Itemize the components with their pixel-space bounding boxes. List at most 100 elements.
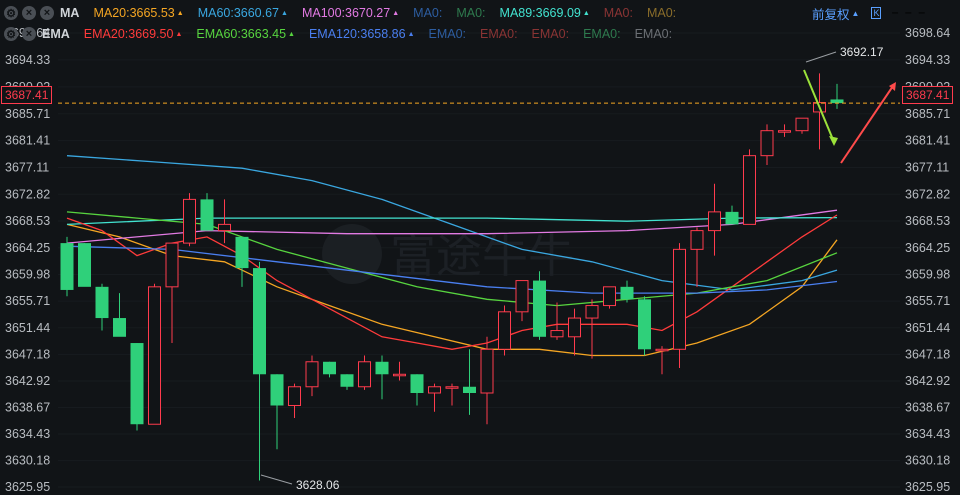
ema-legend-item[interactable]: EMA0: bbox=[429, 27, 467, 41]
candle-body bbox=[253, 268, 266, 375]
y-tick-label: 3651.44 bbox=[905, 321, 950, 335]
candle bbox=[323, 361, 336, 378]
ema-legend-item[interactable]: EMA120:3658.86 ▲ bbox=[309, 27, 415, 41]
current-price-tag-left: 3687.41 bbox=[1, 86, 53, 104]
candle bbox=[270, 374, 284, 450]
candle-body bbox=[200, 199, 214, 231]
ema-legend-item-text: EMA0: bbox=[428, 27, 467, 41]
kline-icon[interactable]: K bbox=[871, 7, 882, 19]
candle bbox=[113, 293, 126, 337]
y-tick-label: 3630.18 bbox=[5, 454, 50, 468]
triangle-up-icon: ▲ bbox=[288, 31, 295, 39]
ma-legend-item[interactable]: MA89:3669.09 ▲ bbox=[500, 6, 590, 20]
ma-legend-item[interactable]: MA0: bbox=[604, 6, 633, 20]
ema-legend-item[interactable]: EMA0: bbox=[583, 27, 621, 41]
candle bbox=[410, 374, 424, 406]
ma-legend-item[interactable]: MA100:3670.27 ▲ bbox=[302, 6, 399, 20]
candle bbox=[340, 374, 354, 390]
watermark-text: 富途牛牛 bbox=[390, 230, 574, 282]
y-tick-label: 3625.95 bbox=[905, 480, 950, 494]
candle-body bbox=[585, 305, 599, 319]
candle bbox=[375, 355, 389, 400]
high-leader-line bbox=[805, 51, 837, 63]
triangle-up-icon: ▲ bbox=[281, 10, 288, 18]
candle bbox=[830, 83, 844, 109]
candle-body bbox=[708, 211, 721, 232]
ma-legend-item[interactable]: MA0: bbox=[647, 6, 676, 20]
candle-body bbox=[393, 373, 406, 377]
ema-legend-item[interactable]: EMA0: bbox=[635, 27, 673, 41]
ma-legend-item-text: MA60:3660.67 bbox=[197, 6, 280, 20]
y-tick-label: 3677.11 bbox=[905, 160, 949, 174]
y-tick-label: 3655.71 bbox=[5, 294, 50, 308]
ema-indicator-label[interactable]: EMA bbox=[42, 27, 70, 41]
ema-legend-item[interactable]: EMA0: bbox=[480, 27, 518, 41]
current-price-tag-right: 3687.41 bbox=[902, 86, 954, 104]
candle bbox=[533, 271, 546, 340]
candle bbox=[200, 193, 214, 231]
y-tick-label: 3672.82 bbox=[5, 187, 50, 201]
close-icon[interactable]: × bbox=[40, 6, 54, 20]
y-tick-label: 3634.43 bbox=[5, 427, 50, 441]
candle-body bbox=[305, 361, 319, 388]
candle bbox=[515, 280, 529, 322]
y-tick-label: 3630.18 bbox=[905, 454, 950, 468]
y-tick-label: 3672.82 bbox=[905, 187, 950, 201]
minus-icon[interactable]: − bbox=[918, 6, 925, 20]
candle-body bbox=[795, 117, 809, 132]
ma-legend-item-text: MA100:3670.27 bbox=[301, 6, 391, 20]
ema-legend-item[interactable]: EMA20:3669.50 ▲ bbox=[84, 27, 183, 41]
minus-icon[interactable]: − bbox=[891, 6, 898, 20]
ema-legend-item-text: EMA0: bbox=[480, 27, 518, 41]
right-toolbar: 前复权 ▲ K − − − bbox=[812, 3, 925, 23]
ma-legend-item[interactable]: MA0: bbox=[413, 6, 442, 20]
close-icon[interactable]: × bbox=[22, 27, 36, 41]
price-adjust-selector[interactable]: 前复权 bbox=[812, 4, 850, 23]
y-tick-label: 3681.41 bbox=[905, 134, 950, 148]
candle-body bbox=[340, 374, 354, 387]
close-icon[interactable]: × bbox=[22, 6, 36, 20]
candle-body bbox=[183, 198, 196, 244]
candle bbox=[603, 286, 616, 309]
ma-indicator-label[interactable]: MA bbox=[60, 6, 79, 20]
minus-icon[interactable]: − bbox=[905, 6, 912, 20]
y-tick-label: 3668.53 bbox=[905, 214, 950, 228]
candlestick-chart[interactable]: 富途牛牛 3698.643694.333690.023685.713681.41… bbox=[0, 0, 960, 495]
candle bbox=[725, 205, 739, 225]
candle-body bbox=[778, 130, 791, 133]
candle bbox=[620, 280, 634, 303]
ma-legend-item-text: MA0: bbox=[646, 6, 677, 20]
y-tick-label: 3664.25 bbox=[5, 241, 50, 255]
candle-body bbox=[463, 386, 476, 394]
candle-body bbox=[445, 386, 459, 389]
candle-body bbox=[498, 311, 511, 350]
y-tick-label: 3694.33 bbox=[5, 53, 50, 67]
candle bbox=[795, 117, 809, 134]
candle-body bbox=[218, 223, 231, 232]
candle-body bbox=[358, 361, 371, 388]
y-tick-label: 3638.67 bbox=[905, 401, 950, 415]
settings-icon[interactable]: ⚙ bbox=[4, 27, 18, 41]
candle-body bbox=[165, 242, 179, 288]
ma-legend-item[interactable]: MA60:3660.67 ▲ bbox=[198, 6, 288, 20]
y-tick-label: 3647.18 bbox=[5, 347, 50, 361]
chevron-up-icon[interactable]: ▲ bbox=[852, 9, 860, 18]
y-tick-label: 3659.98 bbox=[5, 267, 50, 281]
candle-body bbox=[78, 243, 91, 287]
candle-body bbox=[270, 374, 284, 406]
y-tick-label: 3651.44 bbox=[5, 321, 50, 335]
ma-legend-item-text: MA89:3669.09 bbox=[499, 6, 581, 20]
candle-body bbox=[568, 317, 581, 338]
ma-legend-item[interactable]: MA20:3665.53 ▲ bbox=[93, 6, 183, 20]
candle bbox=[655, 346, 669, 375]
high-price-label: 3692.17 bbox=[840, 45, 884, 59]
low-leader-line bbox=[260, 474, 293, 485]
low-price-label: 3628.06 bbox=[296, 478, 340, 492]
ema-legend-item[interactable]: EMA60:3663.45 ▲ bbox=[196, 27, 295, 41]
candle bbox=[743, 149, 756, 225]
ma-legend-item[interactable]: MA0: bbox=[456, 6, 485, 20]
ema-legend-item[interactable]: EMA0: bbox=[532, 27, 570, 41]
settings-icon[interactable]: ⚙ bbox=[4, 6, 18, 20]
candle bbox=[148, 283, 161, 425]
candle-body bbox=[428, 386, 441, 394]
